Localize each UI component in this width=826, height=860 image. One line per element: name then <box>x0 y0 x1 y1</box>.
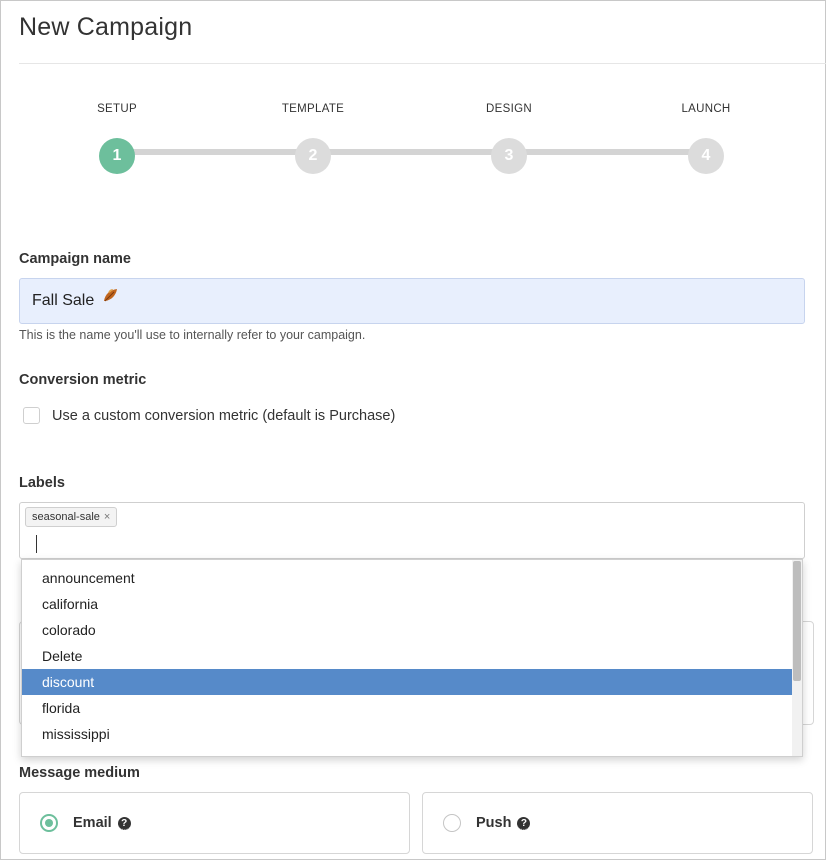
dropdown-option-florida[interactable]: florida <box>22 695 794 721</box>
custom-conversion-checkbox[interactable] <box>23 407 40 424</box>
campaign-name-input[interactable]: Fall Sale <box>19 278 805 324</box>
medium-option-email[interactable]: Email? <box>19 792 410 854</box>
app-frame: New Campaign SETUP 1 TEMPLATE 2 DESIGN 3… <box>0 0 826 860</box>
push-radio[interactable] <box>443 814 461 832</box>
step-template[interactable]: TEMPLATE 2 <box>263 101 363 174</box>
step-label: TEMPLATE <box>281 103 345 115</box>
step-number: 4 <box>688 138 724 174</box>
step-label: DESIGN <box>486 103 532 115</box>
labels-input[interactable]: seasonal-sale × <box>19 502 805 559</box>
page-title: New Campaign <box>19 13 193 41</box>
dropdown-option-mississippi[interactable]: mississippi <box>22 721 794 747</box>
label-tag-text: seasonal-sale <box>32 511 100 523</box>
step-design[interactable]: DESIGN 3 <box>459 101 559 174</box>
email-radio[interactable] <box>40 814 58 832</box>
custom-conversion-option[interactable]: Use a custom conversion metric (default … <box>23 407 395 424</box>
help-icon[interactable]: ? <box>117 817 131 830</box>
title-divider <box>19 63 826 64</box>
step-setup[interactable]: SETUP 1 <box>67 101 167 174</box>
dropdown-scrollbar[interactable] <box>792 560 802 756</box>
text-caret <box>36 535 37 553</box>
step-number: 2 <box>295 138 331 174</box>
dropdown-option-colorado[interactable]: colorado <box>22 617 794 643</box>
dropdown-option-discount[interactable]: discount <box>22 669 794 695</box>
message-medium-label: Message medium <box>19 765 140 781</box>
remove-tag-icon[interactable]: × <box>104 511 110 523</box>
dropdown-option-announcement[interactable]: announcement <box>22 565 794 591</box>
conversion-metric-label: Conversion metric <box>19 372 147 388</box>
step-number: 3 <box>491 138 527 174</box>
campaign-name-label: Campaign name <box>19 251 131 267</box>
campaign-stepper: SETUP 1 TEMPLATE 2 DESIGN 3 LAUNCH 4 <box>1 101 826 181</box>
fallen-leaf-icon <box>102 277 119 321</box>
labels-label: Labels <box>19 475 65 491</box>
push-label: Push <box>476 815 512 831</box>
medium-option-push[interactable]: Push? <box>422 792 813 854</box>
step-number: 1 <box>99 138 135 174</box>
step-label: LAUNCH <box>681 103 731 115</box>
step-launch[interactable]: LAUNCH 4 <box>656 101 756 174</box>
label-tag: seasonal-sale × <box>25 507 118 527</box>
campaign-name-help: This is the name you'll use to internall… <box>19 328 366 342</box>
email-label: Email <box>73 815 112 831</box>
push-option-text: Push? <box>476 814 531 832</box>
dropdown-option-delete[interactable]: Delete <box>22 643 794 669</box>
help-icon[interactable]: ? <box>517 817 531 830</box>
campaign-name-value: Fall Sale <box>32 292 95 309</box>
custom-conversion-label: Use a custom conversion metric (default … <box>52 407 396 424</box>
step-label: SETUP <box>97 103 137 115</box>
labels-dropdown[interactable]: announcement california colorado Delete … <box>21 559 803 757</box>
email-option-text: Email? <box>73 814 131 832</box>
dropdown-scroll-thumb[interactable] <box>793 561 801 681</box>
dropdown-option-california[interactable]: california <box>22 591 794 617</box>
stepper-track <box>117 149 706 155</box>
